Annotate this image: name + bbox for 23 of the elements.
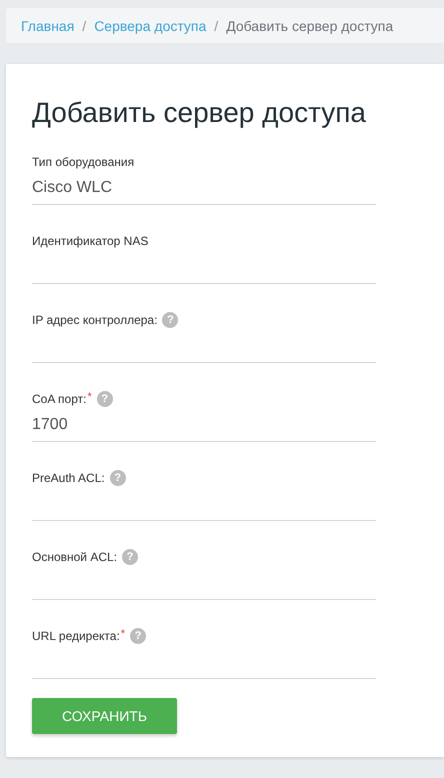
required-mark: * — [120, 628, 126, 640]
required-mark: * — [87, 391, 92, 403]
breadcrumb-separator: / — [214, 18, 218, 34]
save-button[interactable]: СОХРАНИТЬ — [32, 698, 177, 734]
input-field[interactable]: 1700 — [32, 409, 376, 442]
help-icon[interactable]: ? — [122, 549, 138, 565]
field-label: Идентификатор NAS — [32, 234, 148, 248]
page-title: Добавить сервер доступа — [32, 96, 367, 130]
breadcrumb-link[interactable]: Сервера доступа — [94, 18, 206, 34]
help-icon[interactable]: ? — [162, 312, 178, 328]
breadcrumb-current: Добавить сервер доступа — [226, 18, 394, 34]
field-label: CoA порт: — [32, 392, 86, 406]
input-field[interactable]: Cisco WLC — [32, 172, 376, 205]
field-label: Тип оборудования — [32, 155, 134, 169]
breadcrumb-link[interactable]: Главная — [21, 18, 74, 34]
field-label: URL редиректа: — [32, 629, 120, 643]
help-icon[interactable]: ? — [110, 470, 126, 486]
field-label: Основной ACL: — [32, 550, 118, 564]
help-icon[interactable]: ? — [96, 391, 113, 407]
help-icon[interactable]: ? — [130, 628, 146, 644]
field-label: PreAuth ACL: — [32, 471, 105, 485]
breadcrumb-separator: / — [82, 18, 86, 34]
field-label: IP адрес контроллера: — [32, 313, 158, 327]
